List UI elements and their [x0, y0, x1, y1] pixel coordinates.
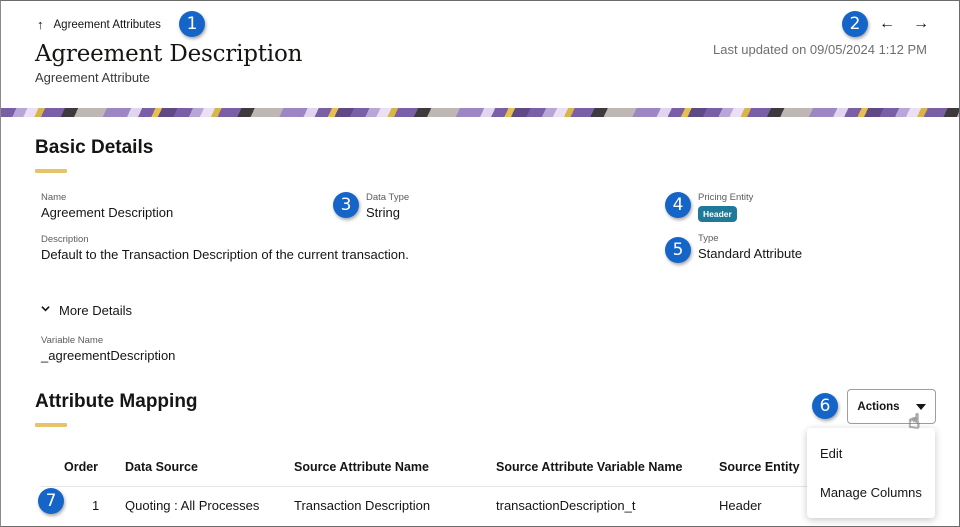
more-details-toggle[interactable]: More Details	[41, 303, 132, 318]
basic-details-underline	[35, 169, 67, 173]
next-record-arrow-icon[interactable]: →	[913, 15, 929, 33]
pricing-entity-field: Pricing Entity Header	[698, 192, 753, 222]
menu-item-edit[interactable]: Edit	[820, 446, 842, 461]
attribute-mapping-title: Attribute Mapping	[35, 391, 198, 412]
decorative-banner	[1, 108, 959, 117]
callout-badge: 7	[38, 488, 64, 514]
name-value: Agreement Description	[41, 205, 174, 220]
last-updated: Last updated on 09/05/2024 1:12 PM	[713, 42, 927, 57]
chevron-down-icon	[41, 306, 50, 312]
arrow-up-icon: ↑	[37, 17, 44, 32]
table-header-divider	[41, 486, 811, 487]
breadcrumb-label: Agreement Attributes	[53, 18, 161, 31]
column-header-data-source[interactable]: Data Source	[125, 460, 198, 474]
actions-menu-button[interactable]: Actions	[847, 389, 936, 424]
data-type-value: String	[366, 205, 400, 220]
previous-record-arrow-icon[interactable]: ←	[879, 15, 895, 33]
menu-item-manage-columns[interactable]: Manage Columns	[820, 485, 922, 500]
pricing-entity-label: Pricing Entity	[698, 192, 754, 203]
data-type-field: Data Type String	[366, 192, 409, 221]
cell-order: 1	[92, 498, 100, 513]
name-label: Name	[41, 192, 67, 203]
type-value: Standard Attribute	[698, 246, 803, 261]
cell-data-source: Quoting : All Processes	[125, 498, 260, 513]
cell-source-attribute-name: Transaction Description	[294, 498, 431, 513]
record-navigation: ← →	[879, 15, 929, 33]
column-header-source-attribute-name[interactable]: Source Attribute Name	[294, 460, 429, 474]
data-type-label: Data Type	[366, 192, 410, 203]
callout-badge: 6	[812, 393, 838, 419]
callout-badge: 2	[842, 11, 868, 37]
pricing-entity-badge: Header	[698, 206, 737, 222]
callout-badge: 3	[333, 192, 359, 218]
callout-badge: 5	[665, 237, 691, 263]
variable-name-field: Variable Name _agreementDescription	[41, 335, 175, 364]
hand-pointer-cursor-icon: ☝	[908, 411, 921, 433]
cell-source-entity: Header	[719, 498, 762, 513]
actions-label: Actions	[857, 400, 900, 413]
type-field: Type Standard Attribute	[698, 233, 802, 262]
page-subtitle: Agreement Attribute	[35, 70, 150, 85]
page-title: Agreement Description	[35, 41, 303, 67]
description-value: Default to the Transaction Description o…	[41, 247, 409, 262]
description-label: Description	[41, 234, 89, 245]
breadcrumb-link[interactable]: ↑ Agreement Attributes	[37, 17, 161, 32]
column-header-source-entity[interactable]: Source Entity	[719, 460, 800, 474]
type-label: Type	[698, 233, 719, 244]
variable-name-value: _agreementDescription	[41, 348, 176, 363]
actions-dropdown-menu: Edit Manage Columns	[807, 428, 935, 518]
callout-badge: 1	[179, 11, 205, 37]
callout-badge: 4	[665, 192, 691, 218]
cell-source-attribute-variable-name: transactionDescription_t	[496, 498, 636, 513]
page-frame: ↑ Agreement Attributes Agreement Descrip…	[0, 0, 960, 527]
more-details-label: More Details	[59, 303, 132, 318]
name-field: Name Agreement Description	[41, 192, 173, 221]
attribute-mapping-underline	[35, 423, 67, 427]
description-field: Description Default to the Transaction D…	[41, 234, 409, 263]
basic-details-title: Basic Details	[35, 137, 154, 158]
column-header-order[interactable]: Order	[64, 460, 98, 474]
column-header-source-attribute-variable-name[interactable]: Source Attribute Variable Name	[496, 460, 682, 474]
variable-name-label: Variable Name	[41, 335, 104, 346]
